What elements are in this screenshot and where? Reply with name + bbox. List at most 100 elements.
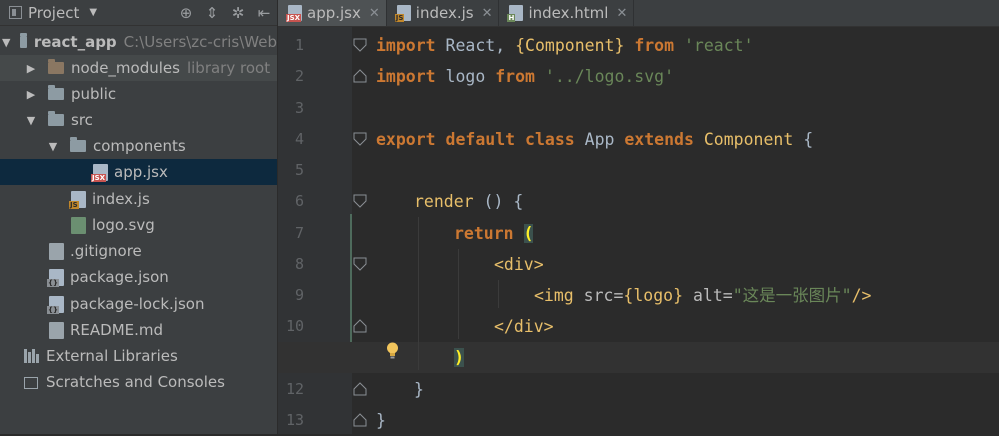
chevron-down-icon[interactable]: ▼	[2, 36, 10, 49]
close-icon[interactable]: ✕	[616, 6, 627, 21]
tab-index-html[interactable]: H index.html ✕	[499, 0, 635, 26]
tree-item-gitignore[interactable]: .gitignore	[0, 238, 277, 264]
tree-item-app-jsx[interactable]: JSX app.jsx	[0, 159, 277, 185]
folder-icon	[48, 59, 64, 74]
code-line-4: export default class App extends Compone…	[376, 124, 813, 155]
tree-item-readme[interactable]: README.md	[0, 317, 277, 343]
tree-item-scratches[interactable]: Scratches and Consoles	[0, 369, 277, 395]
token: class	[525, 130, 575, 149]
code-area[interactable]: import React, {Component} from 'react' i…	[278, 27, 999, 436]
token: />	[851, 286, 872, 305]
collapse-all-icon[interactable]: ⇕	[199, 4, 225, 22]
fold-marker-icon[interactable]	[353, 257, 367, 271]
tree-item-external-libraries[interactable]: External Libraries	[0, 343, 277, 369]
tree-item-path: C:\Users\zc-cris\Web	[123, 33, 277, 51]
tab-index-js[interactable]: JS index.js ✕	[387, 0, 500, 26]
token: import	[376, 36, 436, 55]
line-number: 1	[294, 36, 304, 54]
lightbulb-icon[interactable]	[386, 342, 399, 359]
token: export	[376, 130, 436, 149]
code-line-11: )	[454, 342, 464, 373]
token: React,	[435, 36, 516, 55]
hide-panel-icon[interactable]: ⇤	[251, 4, 277, 22]
line-number: 6	[294, 192, 304, 210]
token: Component	[703, 130, 794, 149]
fold-marker-icon[interactable]	[353, 382, 367, 396]
fold-marker-icon[interactable]	[353, 194, 367, 208]
markdown-file-icon	[49, 321, 64, 339]
fold-marker-icon[interactable]	[353, 69, 367, 83]
scratches-icon	[24, 375, 40, 389]
token: {logo}	[623, 286, 684, 305]
token: <img	[534, 286, 574, 305]
tab-app-jsx[interactable]: JSX app.jsx ✕	[278, 0, 387, 26]
tree-item-label: node_modules	[71, 59, 180, 77]
gear-icon[interactable]: ✲	[225, 4, 251, 22]
line-number: 10	[285, 317, 304, 335]
locate-icon[interactable]: ⊕	[173, 4, 199, 22]
token: </div>	[494, 317, 554, 336]
tree-item-label: External Libraries	[46, 347, 178, 365]
line-number: 5	[294, 161, 304, 179]
editor: JSX app.jsx ✕ JS index.js ✕ H index.html…	[278, 0, 999, 434]
tree-item-label: package.json	[70, 268, 169, 286]
tree-item-label: index.js	[92, 190, 150, 208]
line-number: 13	[285, 411, 304, 429]
tree-item-package-json[interactable]: {} package.json	[0, 264, 277, 290]
chevron-right-icon[interactable]: ▶	[24, 88, 38, 101]
token: default	[445, 130, 516, 149]
tree-item-src[interactable]: ▼ src	[0, 107, 277, 133]
chevron-right-icon[interactable]: ▶	[24, 62, 38, 75]
html-file-icon: H	[507, 5, 524, 22]
tree-item-index-js[interactable]: JS index.js	[0, 186, 277, 212]
close-icon[interactable]: ✕	[369, 6, 380, 21]
tree-item-node-modules[interactable]: ▶ node_modules library root	[0, 55, 277, 81]
line-number: 9	[294, 286, 304, 304]
close-icon[interactable]: ✕	[482, 6, 493, 21]
code-line-6: render () {	[414, 186, 523, 217]
token: alt=	[683, 286, 733, 305]
tree-item-note: library root	[186, 59, 271, 77]
fold-marker-icon[interactable]	[353, 38, 367, 52]
project-header: Project ▼ ⊕ ⇕ ✲ ⇤	[0, 0, 277, 26]
tree-item-react-app[interactable]: ▼ react_app C:\Users\zc-cris\Web	[0, 29, 277, 55]
tree-item-components[interactable]: ▼ components	[0, 133, 277, 159]
tree-item-label: public	[71, 85, 117, 103]
token: import	[376, 67, 436, 86]
folder-icon	[48, 111, 64, 126]
chevron-down-icon[interactable]: ▼	[24, 114, 38, 127]
fold-marker-icon[interactable]	[353, 413, 367, 427]
fold-marker-icon[interactable]	[353, 132, 367, 146]
token: logo	[435, 67, 496, 86]
token: '../logo.svg'	[544, 67, 675, 86]
tree-item-logo-svg[interactable]: logo.svg	[0, 212, 277, 238]
indent-guide	[458, 249, 459, 339]
code-line-7: return (	[454, 218, 534, 249]
project-panel: Project ▼ ⊕ ⇕ ✲ ⇤ ▼ react_app C:\Users\z…	[0, 0, 277, 434]
jsx-file-icon: JSX	[91, 163, 108, 182]
token: from	[495, 67, 535, 86]
tree-item-label: Scratches and Consoles	[46, 373, 225, 391]
tab-label: app.jsx	[307, 4, 361, 22]
line-number: 8	[294, 255, 304, 273]
token: }	[376, 411, 386, 430]
project-toolbar: ⊕ ⇕ ✲ ⇤	[173, 0, 277, 25]
fold-marker-icon[interactable]	[353, 319, 367, 333]
project-view-selector[interactable]: Project	[28, 4, 79, 22]
folder-icon	[70, 137, 86, 152]
code-line-13: }	[376, 405, 386, 436]
tree-item-public[interactable]: ▶ public	[0, 81, 277, 107]
tree-item-label: src	[71, 111, 93, 129]
chevron-down-icon[interactable]: ▼	[89, 7, 97, 18]
tree-item-package-lock-json[interactable]: {} package-lock.json	[0, 291, 277, 317]
indent-guide	[418, 217, 419, 370]
folder-icon	[48, 85, 64, 100]
chevron-down-icon[interactable]: ▼	[46, 140, 60, 153]
jsx-file-icon: JSX	[286, 5, 302, 22]
line-number: 4	[294, 130, 304, 148]
